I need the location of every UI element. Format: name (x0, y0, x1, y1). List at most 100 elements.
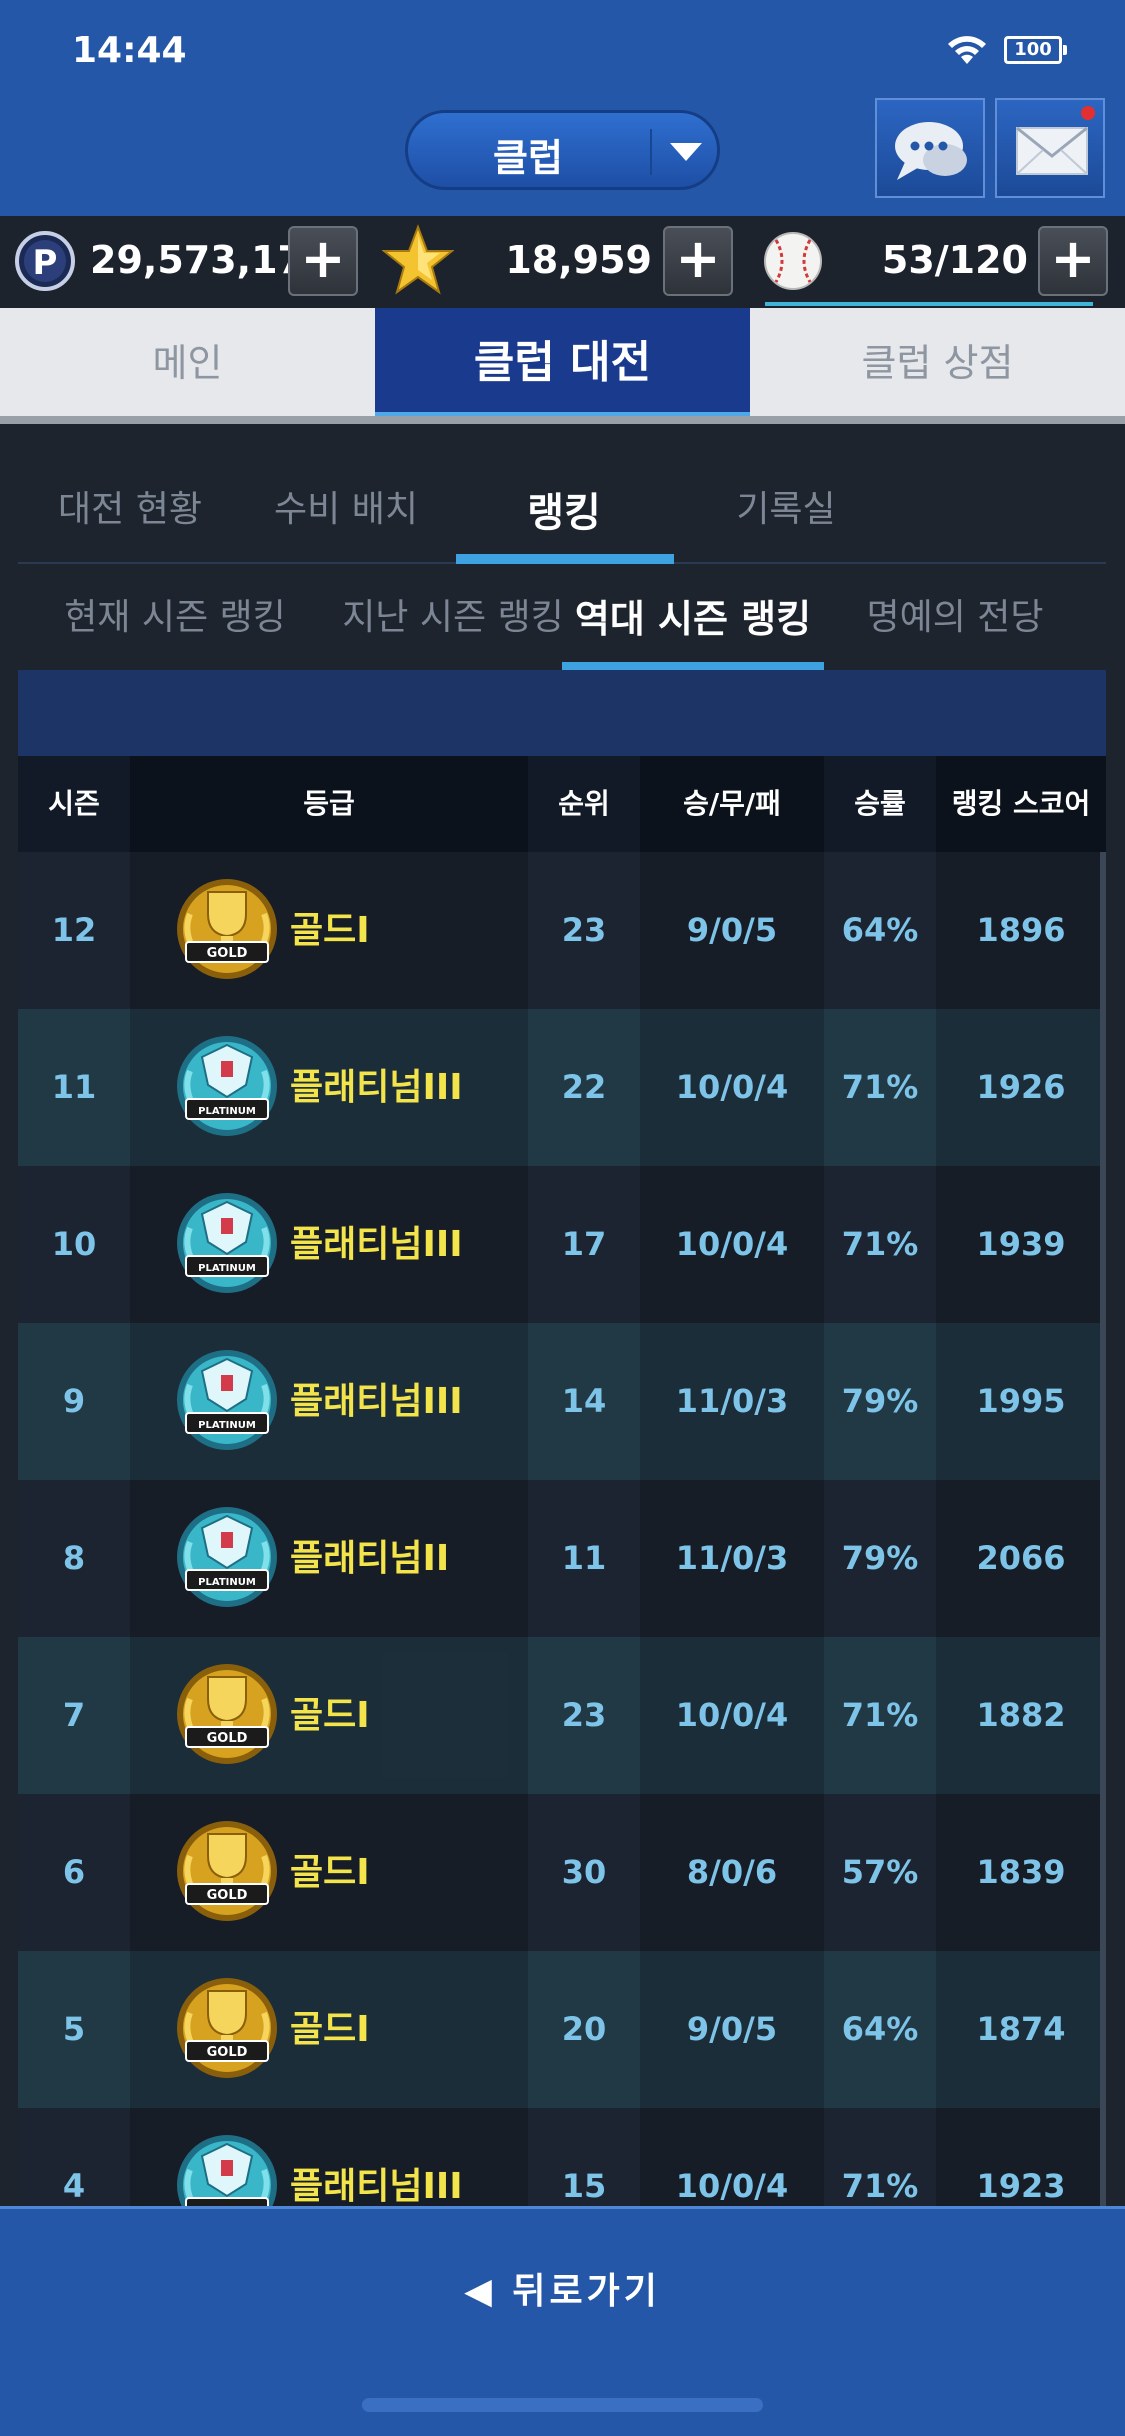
grade-name: 골드I (290, 2009, 370, 2050)
ranking-table-body[interactable]: 12 23 9/0/5 64% 1896 GOLD 골드I 11 22 10/0/4 71% 1926… (18, 852, 1106, 2206)
chat-icon (895, 122, 967, 180)
tab-club-shop[interactable]: 클럽 상점 (750, 308, 1125, 422)
currency-bar: P 29,573,173 + 18,959 + 53/120 + (0, 216, 1125, 308)
record-cell: 9/0/5 (686, 911, 778, 949)
svg-text:GOLD: GOLD (207, 1731, 248, 1746)
grade-name: 플래티넘III (290, 1381, 463, 1422)
chat-button[interactable] (875, 98, 985, 198)
record-cell: 10/0/4 (675, 1696, 789, 1734)
ranking-score-cell: 1882 (976, 1696, 1066, 1734)
club-dropdown[interactable]: 클럽 (405, 110, 720, 190)
ranking-score-cell: 1995 (976, 1382, 1066, 1420)
subtab-defense-setup[interactable]: 수비 배치 (256, 480, 436, 532)
table-header: 시즌 등급 순위 승/무/패 승률 랭킹 스코어 (18, 756, 1106, 852)
platinum-badge-icon: PLATINUM (172, 1345, 282, 1455)
table-row[interactable]: 11 22 10/0/4 71% 1926 PLATINUM 플래티넘III (18, 1009, 1106, 1166)
svg-text:P: P (33, 243, 58, 283)
table-row[interactable]: 4 15 10/0/4 71% 1923 PLATINUM플래티넘III (18, 2108, 1106, 2206)
table-row[interactable]: 10 17 10/0/4 71% 1939 PLATINUM 플래티넘III (18, 1166, 1106, 1323)
back-button[interactable]: ◀ 뒤로가기 (0, 2262, 1125, 2314)
tabs-divider (0, 416, 1125, 424)
svg-text:GOLD: GOLD (207, 2045, 248, 2060)
tab-club-battle[interactable]: 클럽 대전 (375, 308, 750, 422)
subtab-records[interactable]: 기록실 (696, 480, 876, 532)
svg-text:GOLD: GOLD (207, 1888, 248, 1903)
season-cell: 9 (62, 1382, 86, 1420)
table-row[interactable]: 5 20 9/0/5 64% 1874 GOLD 골드I (18, 1951, 1106, 2108)
grade-name: 골드I (290, 1852, 370, 1893)
header-season: 시즌 (48, 787, 100, 820)
grade-name: 플래티넘III (290, 1067, 463, 1108)
main-tabs: 메인 클럽 대전 클럽 상점 (0, 308, 1125, 422)
win-rate-cell: 71% (841, 2167, 919, 2205)
table-row[interactable]: 9 14 11/0/3 79% 1995 PLATINUM 플래티넘III (18, 1323, 1106, 1480)
rank-cell: 30 (561, 1853, 607, 1891)
win-rate-cell: 71% (841, 1696, 919, 1734)
tab-main[interactable]: 메인 (0, 308, 375, 422)
record-cell: 11/0/3 (675, 1382, 789, 1420)
header-grade: 등급 (130, 756, 528, 852)
club-dropdown-label: 클럽 (493, 136, 563, 180)
win-rate-cell: 79% (841, 1382, 919, 1420)
season-cell: 5 (62, 2010, 86, 2048)
season-cell: 10 (51, 1225, 97, 1263)
balls-value: 53/120 (881, 238, 1028, 282)
record-cell: 10/0/4 (675, 1068, 789, 1106)
svg-text:GOLD: GOLD (207, 946, 248, 961)
win-rate-cell: 64% (841, 2010, 919, 2048)
status-time: 14:44 (72, 30, 187, 71)
ranking-score-cell: 1939 (976, 1225, 1066, 1263)
add-stars-button[interactable]: + (663, 226, 733, 296)
points-value: 29,573,173 (90, 238, 331, 282)
subtab-battle-status[interactable]: 대전 현황 (40, 480, 220, 532)
grade-name: 골드I (290, 910, 370, 951)
gold-badge-icon: GOLD (172, 874, 282, 984)
table-scrollbar[interactable] (1100, 852, 1106, 2206)
season-cell: 7 (62, 1696, 86, 1734)
ranking-tab-current-season[interactable]: 현재 시즌 랭킹 (40, 588, 310, 640)
rank-cell: 23 (561, 1696, 607, 1734)
record-cell: 8/0/6 (686, 1853, 778, 1891)
win-rate-cell: 57% (841, 1853, 919, 1891)
balls-gauge (765, 302, 1093, 306)
season-cell: 6 (62, 1853, 86, 1891)
star-icon (382, 224, 454, 295)
win-rate-cell: 79% (841, 1539, 919, 1577)
header-win-rate: 승률 (854, 787, 906, 820)
rank-cell: 20 (561, 2010, 607, 2048)
record-cell: 9/0/5 (686, 2010, 778, 2048)
notification-dot (1081, 106, 1095, 120)
chevron-down-icon (670, 143, 702, 161)
header-rank: 순위 (558, 787, 610, 820)
ranking-tab-all-seasons[interactable]: 역대 시즌 랭킹 (562, 588, 824, 643)
rank-cell: 11 (561, 1539, 607, 1577)
season-cell: 11 (51, 1068, 97, 1106)
win-rate-cell: 64% (841, 911, 919, 949)
platinum-badge-icon: PLATINUM (172, 2130, 282, 2206)
ranking-tab-active-underline (562, 662, 824, 670)
ranking-tab-hall-of-fame[interactable]: 명예의 전당 (830, 588, 1080, 640)
home-indicator[interactable] (362, 2398, 763, 2412)
ranking-score-cell: 2066 (976, 1539, 1066, 1577)
table-row[interactable]: 6 30 8/0/6 57% 1839 GOLD 골드I (18, 1794, 1106, 1951)
season-cell: 12 (51, 911, 97, 949)
ranking-tab-last-season[interactable]: 지난 시즌 랭킹 (318, 588, 588, 640)
win-rate-cell: 71% (841, 1225, 919, 1263)
rank-cell: 22 (561, 1068, 607, 1106)
table-row[interactable]: 12 23 9/0/5 64% 1896 GOLD 골드I (18, 852, 1106, 1009)
season-cell: 4 (62, 2167, 86, 2205)
record-cell: 11/0/3 (675, 1539, 789, 1577)
svg-text:PLATINUM: PLATINUM (198, 1577, 256, 1588)
add-balls-button[interactable]: + (1038, 226, 1108, 296)
mail-button[interactable] (995, 98, 1105, 198)
ranking-score-cell: 1923 (976, 2167, 1066, 2205)
platinum-badge-icon: PLATINUM (172, 1031, 282, 1141)
platinum-badge-icon: PLATINUM (172, 1188, 282, 1298)
subtab-ranking[interactable]: 랭킹 (456, 480, 672, 538)
grade-name: 골드I (290, 1695, 370, 1736)
table-row[interactable]: 7 23 10/0/4 71% 1882 GOLD 골드I (18, 1637, 1106, 1794)
header-ranking-score: 랭킹 스코어 (936, 756, 1106, 852)
add-points-button[interactable]: + (288, 226, 358, 296)
rank-cell: 17 (561, 1225, 607, 1263)
table-row[interactable]: 8 11 11/0/3 79% 2066 PLATINUM 플래티넘II (18, 1480, 1106, 1637)
